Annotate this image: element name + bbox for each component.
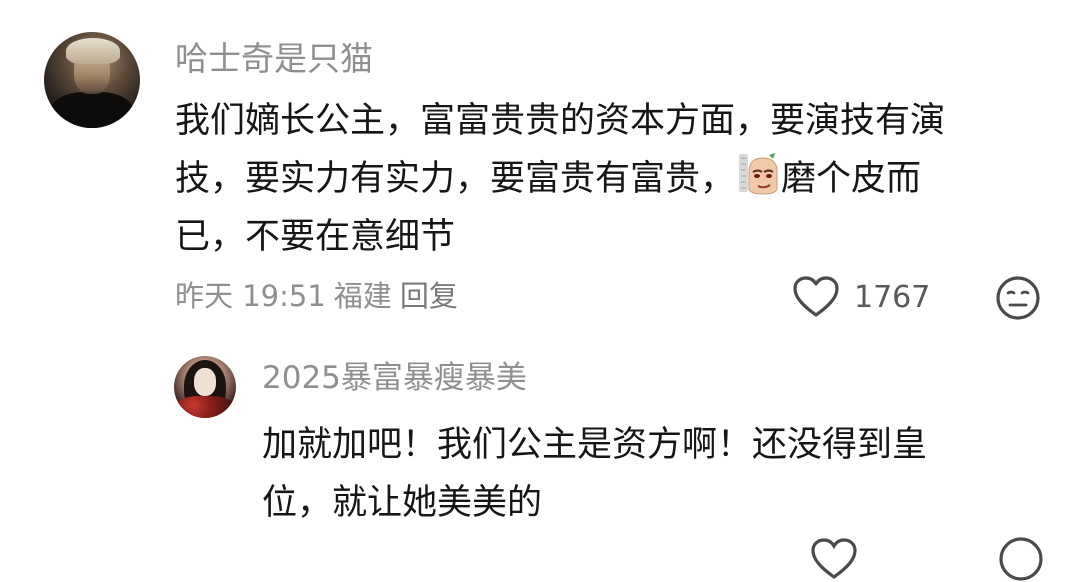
- comment-username[interactable]: 哈士奇是只猫: [175, 38, 373, 80]
- comment-meta: 昨天 19:51 福建 回复: [175, 276, 466, 316]
- reply-avatar-face: [194, 368, 216, 396]
- heart-outline-icon[interactable]: [810, 537, 858, 581]
- reply-line-1: 加就加吧！我们公主是资方啊！还没得到皇: [262, 425, 928, 465]
- heart-outline-icon: [793, 276, 839, 317]
- reply-avatar-flowers: [176, 396, 234, 418]
- smirk-face-sticker-icon: [739, 153, 778, 195]
- like-button[interactable]: 1767: [792, 275, 930, 319]
- reply-button[interactable]: 回复: [400, 279, 458, 313]
- avatar-hair: [66, 38, 120, 64]
- meh-face-icon[interactable]: [998, 536, 1044, 582]
- comment-line-2-tail: 磨个皮而: [781, 159, 922, 199]
- reply-line-2: 位，就让她美美的: [262, 483, 543, 523]
- reply-content[interactable]: 加就加吧！我们公主是资方啊！还没得到皇 位，就让她美美的: [262, 416, 1052, 532]
- comment-line-1: 我们嫡长公主，富富贵贵的资本方面，要演技有演: [175, 101, 946, 141]
- like-count: 1767: [854, 279, 931, 315]
- comment-location: 福建: [333, 279, 392, 313]
- comment-line-3: 已，不要在意细节: [175, 217, 456, 257]
- comment-line-2: 技，要实力有实力，要富贵有富贵， 磨个皮而: [175, 150, 1035, 208]
- avatar-body: [50, 92, 134, 128]
- meh-face-icon[interactable]: [995, 275, 1041, 321]
- reply-username[interactable]: 2025暴富暴瘦暴美: [262, 358, 527, 398]
- reply-avatar[interactable]: [174, 356, 236, 418]
- avatar[interactable]: [44, 32, 140, 128]
- comment-line-2-text: 技，要实力有实力，要富贵有富贵，: [175, 159, 736, 199]
- comment-content[interactable]: 我们嫡长公主，富富贵贵的资本方面，要演技有演 技，要实力有实力，要富贵有富贵， …: [175, 92, 1035, 266]
- comment-time: 昨天 19:51: [175, 279, 326, 313]
